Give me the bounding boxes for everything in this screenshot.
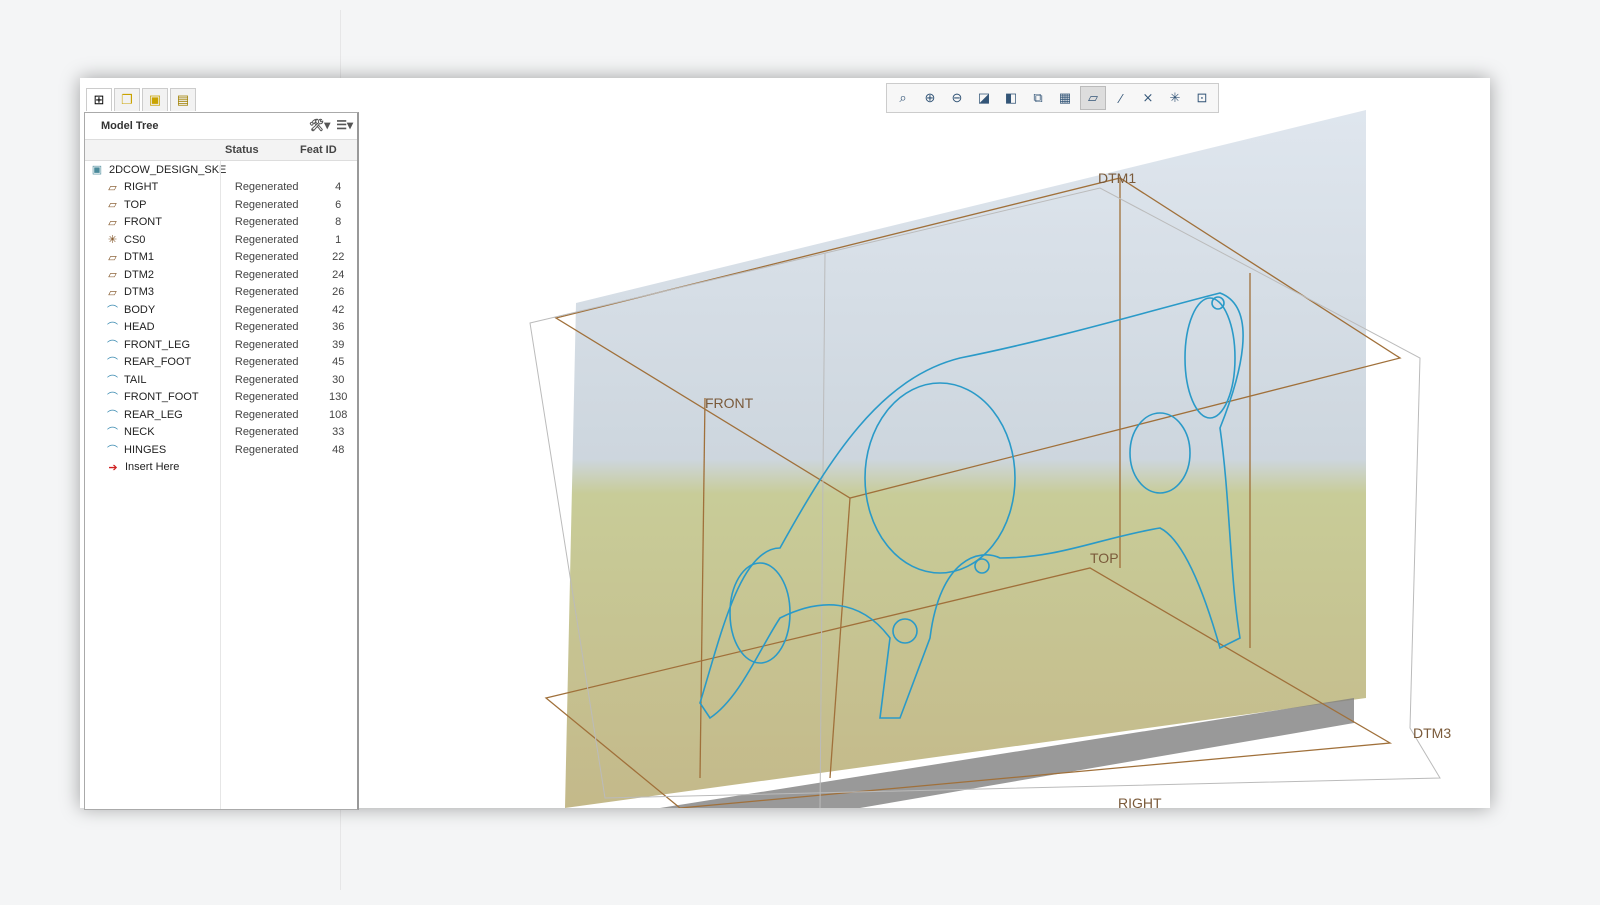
application-window: ⊞ ❐ ▣ ▤ Model Tree 🛠▾ ☰▾ Status Feat ID … (80, 78, 1490, 811)
plane-display-icon[interactable]: ▱ (1080, 86, 1106, 110)
sketch-icon: ⌒ (107, 374, 119, 387)
tree-item[interactable]: ⌒ HINGES Regenerated 48 (85, 441, 357, 459)
datum-plane-icon: ▱ (108, 181, 117, 194)
model-tree-panel: Model Tree 🛠▾ ☰▾ Status Feat ID ▣ 2DCOW_… (84, 112, 359, 810)
tree-item[interactable]: ⌒ REAR_FOOT Regenerated 45 (85, 354, 357, 372)
view-toolbar: ⌕ ⊕ ⊖ ◪ ◧ ⧉ ▦ ▱ ⁄ ⨯ ✳ ⊡ (886, 83, 1219, 113)
datum-plane-icon: ▱ (108, 269, 117, 282)
tree-item[interactable]: ⌒ NECK Regenerated 33 (85, 424, 357, 442)
tree-item[interactable]: ▱ DTM1 Regenerated 22 (85, 249, 357, 267)
model-tree-icon: ⊞ (93, 92, 105, 107)
favorites-icon: ▤ (176, 92, 190, 107)
tree-item[interactable]: ▱ RIGHT Regenerated 4 (85, 179, 357, 197)
coordinate-system-icon: ✳ (107, 234, 118, 247)
model-tree-tab[interactable]: ⊞ (86, 88, 112, 111)
tree-item[interactable]: ✳ CS0 Regenerated 1 (85, 231, 357, 249)
image-plane (565, 110, 1366, 808)
tree-settings-icon[interactable]: 🛠▾ (309, 118, 330, 132)
axis-display-icon[interactable]: ⁄ (1109, 87, 1133, 109)
tree-columns-icon[interactable]: ☰▾ (336, 118, 353, 132)
folder-tab[interactable]: ▣ (142, 88, 168, 111)
repaint-icon[interactable]: ◪ (972, 87, 996, 109)
label-front: FRONT (705, 395, 754, 411)
column-feat-id[interactable]: Feat ID (300, 140, 350, 160)
datum-plane-icon: ▱ (108, 199, 117, 212)
label-dtm3: DTM3 (1413, 725, 1451, 741)
sketch-icon: ⌒ (107, 392, 119, 405)
tree-root[interactable]: ▣ 2DCOW_DESIGN_SKE (85, 161, 357, 179)
graphics-area[interactable]: DTM1 FRONT TOP DTM3 RIGHT (360, 78, 1490, 811)
folder-icon: ▣ (148, 92, 162, 107)
tree-item[interactable]: ▱ DTM2 Regenerated 24 (85, 266, 357, 284)
view-manager-icon[interactable]: ▦ (1053, 87, 1077, 109)
datum-plane-icon: ▱ (108, 286, 117, 299)
datum-plane-icon: ▱ (108, 216, 117, 229)
panel-title: Model Tree (101, 120, 159, 132)
favorites-tab[interactable]: ▤ (170, 88, 196, 111)
column-status[interactable]: Status (225, 140, 300, 160)
saved-views-icon[interactable]: ⧉ (1026, 87, 1050, 109)
tree-item[interactable]: ⌒ FRONT_FOOT Regenerated 130 (85, 389, 357, 407)
layers-icon: ❐ (121, 92, 133, 107)
insert-arrow-icon: ➔ (108, 461, 118, 474)
label-dtm1: DTM1 (1098, 170, 1136, 186)
tree-item[interactable]: ⌒ TAIL Regenerated 30 (85, 371, 357, 389)
refit-icon[interactable]: ⌕ (891, 87, 915, 109)
sketch-icon: ⌒ (107, 427, 119, 440)
insert-here[interactable]: ➔ Insert Here (85, 459, 357, 477)
tree-item[interactable]: ⌒ REAR_LEG Regenerated 108 (85, 406, 357, 424)
zoom-out-icon[interactable]: ⊖ (945, 87, 969, 109)
tree-item[interactable]: ⌒ BODY Regenerated 42 (85, 301, 357, 319)
tree-item[interactable]: ▱ FRONT Regenerated 8 (85, 214, 357, 232)
sketch-icon: ⌒ (107, 357, 119, 370)
label-top: TOP (1090, 550, 1119, 566)
label-right: RIGHT (1118, 795, 1162, 808)
tree-item[interactable]: ⌒ HEAD Regenerated 36 (85, 319, 357, 337)
part-icon: ▣ (91, 164, 103, 177)
tree-item[interactable]: ▱ TOP Regenerated 6 (85, 196, 357, 214)
tree-item[interactable]: ▱ DTM3 Regenerated 26 (85, 284, 357, 302)
sketch-icon: ⌒ (107, 339, 119, 352)
point-display-icon[interactable]: ⨯ (1136, 87, 1160, 109)
datum-plane-icon: ▱ (108, 251, 117, 264)
csys-display-icon[interactable]: ✳ (1163, 87, 1187, 109)
layers-tab[interactable]: ❐ (114, 88, 140, 111)
display-style-icon[interactable]: ◧ (999, 87, 1023, 109)
navigator-tabs: ⊞ ❐ ▣ ▤ (86, 88, 196, 111)
sketch-icon: ⌒ (107, 444, 119, 457)
tree-item[interactable]: ⌒ FRONT_LEG Regenerated 39 (85, 336, 357, 354)
annotation-display-icon[interactable]: ⊡ (1190, 87, 1214, 109)
sketch-icon: ⌒ (107, 409, 119, 422)
sketch-icon: ⌒ (107, 322, 119, 335)
sketch-icon: ⌒ (107, 304, 119, 317)
zoom-in-icon[interactable]: ⊕ (918, 87, 942, 109)
